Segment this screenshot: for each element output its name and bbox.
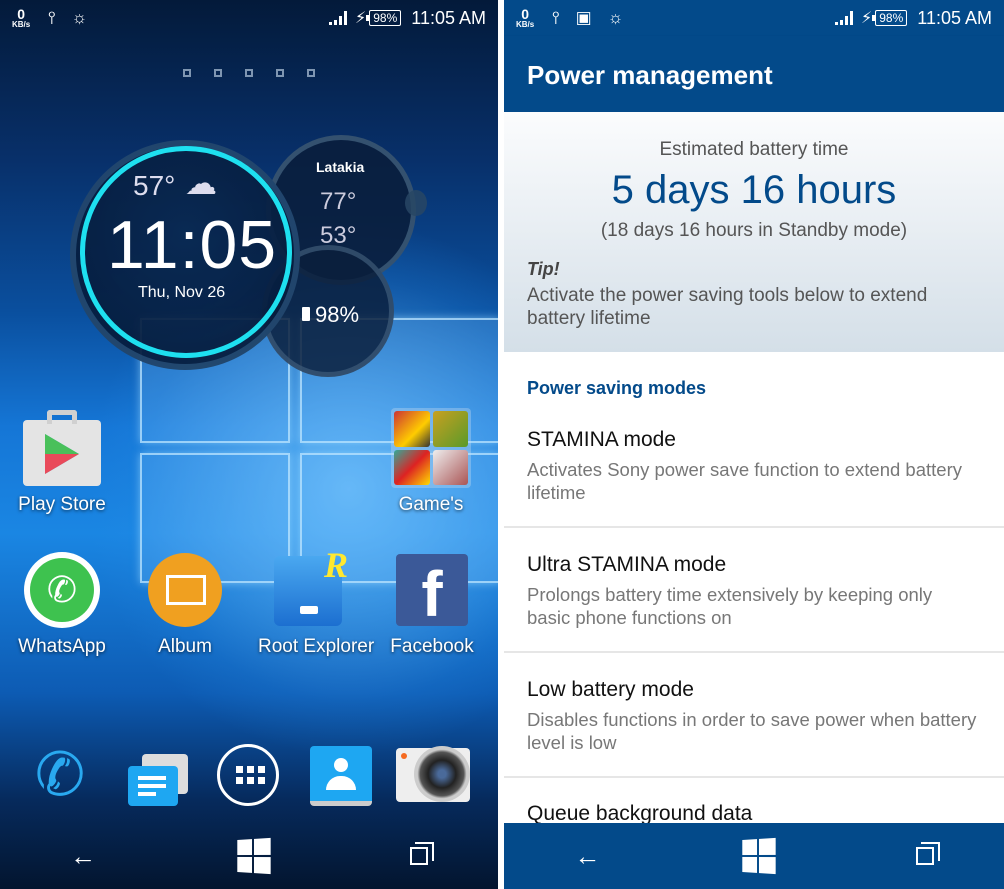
- mode-ultra-stamina[interactable]: Ultra STAMINA mode Prolongs battery time…: [504, 553, 1004, 653]
- mode-title: Low battery mode: [527, 678, 694, 701]
- messaging-icon[interactable]: [118, 742, 190, 808]
- estimated-value: 5 days 16 hours: [611, 168, 897, 212]
- mode-stamina[interactable]: STAMINA mode Activates Sony power save f…: [504, 428, 1004, 528]
- page-indicator: [183, 69, 315, 77]
- status-time: 11:05 AM: [917, 7, 992, 28]
- app-bar: Power management: [504, 36, 1004, 112]
- album-icon: [148, 553, 222, 627]
- whatsapp-icon: ✆: [24, 552, 100, 628]
- mode-description: Disables functions in order to save powe…: [527, 709, 977, 753]
- net-speed-value: 0: [17, 6, 26, 22]
- page-dot[interactable]: [276, 69, 284, 77]
- widget-time: 11:05: [107, 207, 278, 283]
- app-label: Play Store: [18, 494, 106, 515]
- back-button[interactable]: ←: [70, 841, 96, 872]
- dock: ✆: [0, 742, 498, 812]
- back-button[interactable]: ←: [574, 841, 600, 872]
- camera-icon[interactable]: [396, 742, 470, 808]
- app-folder-games[interactable]: Game's: [381, 408, 481, 516]
- estimated-label: Estimated battery time: [659, 139, 849, 160]
- home-screen: 0 KB/s ⫯ ☼ ⚡ 98% 11:05 AM 57° ☁ 11:05 Th…: [0, 0, 498, 889]
- recents-icon[interactable]: [410, 842, 434, 865]
- mode-title: STAMINA mode: [527, 428, 676, 451]
- widget-battery: 98%: [302, 302, 359, 328]
- section-title: Power saving modes: [527, 378, 707, 398]
- tip-text: Activate the power saving tools below to…: [527, 285, 928, 329]
- high-temp: 77°: [320, 188, 357, 215]
- page-dot[interactable]: [245, 69, 253, 77]
- charging-icon: ⚡: [355, 10, 367, 27]
- navigation-bar: ←: [0, 823, 498, 889]
- app-root-explorer[interactable]: R Root Explorer: [258, 545, 375, 658]
- standby-estimate: (18 days 16 hours in Standby mode): [600, 220, 908, 241]
- app-label: Album: [158, 636, 212, 657]
- mode-description: Prolongs battery time extensively by kee…: [527, 584, 933, 628]
- battery-icon: [302, 307, 310, 321]
- status-bar: 0 KB/s ⫯ ▣ ☼ ⚡ 98% 11:05 AM: [504, 0, 1004, 36]
- status-bar: 0 KB/s ⫯ ☼ ⚡ 98% 11:05 AM: [0, 0, 498, 36]
- net-speed: 0 KB/s: [12, 7, 30, 29]
- net-speed-unit: KB/s: [516, 20, 535, 29]
- navigation-bar: ←: [504, 823, 1004, 889]
- lightbulb-icon: ☼: [607, 8, 624, 27]
- charging-icon: ⚡: [861, 10, 873, 27]
- image-icon: ▣: [575, 8, 592, 27]
- net-speed: 0 KB/s: [516, 7, 534, 29]
- folder-icon: [391, 408, 471, 488]
- current-temp: 57°: [133, 170, 176, 201]
- widget-knob: [405, 190, 427, 216]
- mode-title: Ultra STAMINA mode: [527, 553, 727, 576]
- app-whatsapp[interactable]: ✆ WhatsApp: [12, 550, 112, 658]
- page-dot[interactable]: [183, 69, 191, 77]
- battery-indicator: 98%: [872, 10, 908, 26]
- facebook-icon: f: [396, 554, 468, 626]
- recents-icon[interactable]: [915, 842, 940, 865]
- app-facebook[interactable]: f Facebook: [382, 550, 482, 658]
- signal-icon: [329, 11, 348, 25]
- lightbulb-icon: ☼: [71, 8, 88, 27]
- app-label: Root Explorer: [258, 636, 375, 657]
- page-title: Power management: [527, 60, 773, 90]
- app-play-store[interactable]: Play Store: [12, 408, 112, 516]
- night-cloudy-icon: ☁: [185, 165, 217, 201]
- phone-icon[interactable]: ✆: [24, 742, 96, 808]
- app-label: WhatsApp: [18, 636, 106, 657]
- app-album[interactable]: Album: [135, 550, 235, 658]
- usb-icon: ⫯: [552, 8, 560, 27]
- widget-date: Thu, Nov 26: [138, 284, 226, 301]
- windows-home-icon[interactable]: [237, 837, 271, 875]
- net-speed-unit: KB/s: [12, 20, 31, 29]
- widget-battery-value: 98%: [315, 302, 360, 327]
- contacts-icon[interactable]: [306, 742, 378, 808]
- low-temp: 53°: [320, 222, 357, 249]
- app-label: Facebook: [390, 636, 474, 657]
- app-label: Game's: [398, 494, 464, 515]
- usb-icon: ⫯: [48, 8, 56, 27]
- mode-low-battery[interactable]: Low battery mode Disables functions in o…: [504, 678, 1004, 778]
- play-store-icon: [23, 410, 101, 486]
- tip-label: Tip!: [527, 259, 560, 279]
- net-speed-value: 0: [521, 6, 530, 22]
- app-drawer-icon[interactable]: [213, 742, 285, 808]
- status-time: 11:05 AM: [411, 7, 486, 28]
- page-dot[interactable]: [307, 69, 315, 77]
- power-management-screen: 0 KB/s ⫯ ▣ ☼ ⚡ 98% 11:05 AM Power manage…: [504, 0, 1004, 889]
- mode-description: Activates Sony power save function to ex…: [527, 459, 962, 503]
- page-dot[interactable]: [214, 69, 222, 77]
- signal-icon: [835, 11, 854, 25]
- root-explorer-icon: R: [274, 545, 348, 626]
- battery-indicator: 98%: [366, 10, 402, 26]
- windows-home-icon[interactable]: [742, 837, 776, 875]
- battery-summary: Estimated battery time 5 days 16 hours (…: [504, 112, 1004, 352]
- weather-city: Latakia: [316, 159, 365, 175]
